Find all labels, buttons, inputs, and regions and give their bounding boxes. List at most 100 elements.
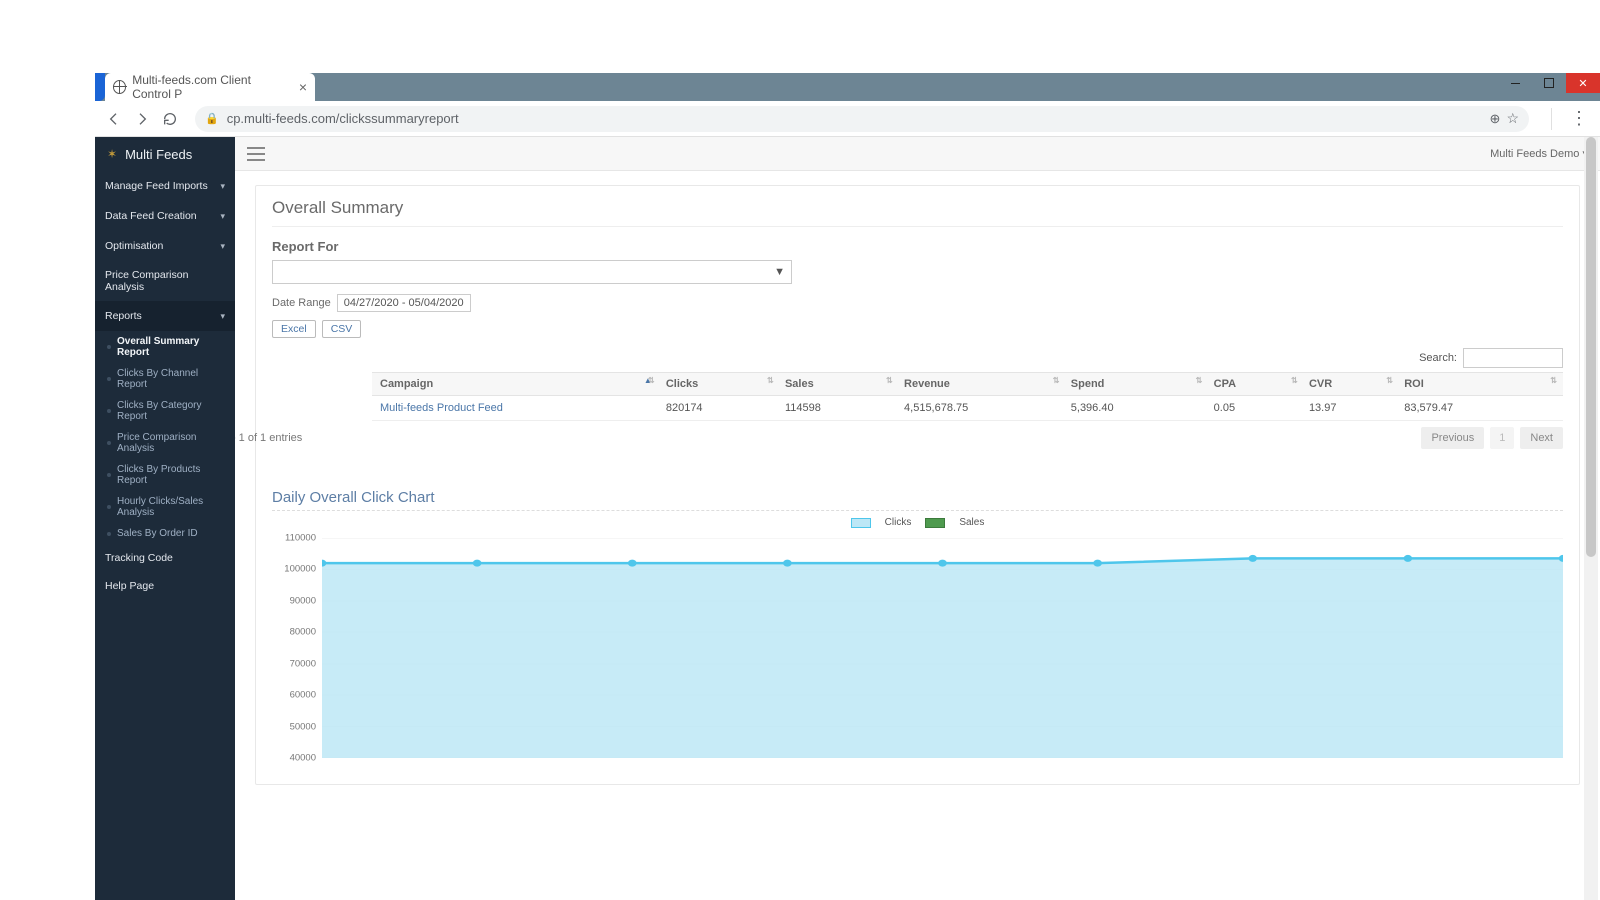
y-tick-label: 70000 bbox=[290, 658, 316, 669]
cell-clicks: 820174 bbox=[658, 396, 777, 421]
sidebar-sub-label: Clicks By Channel Report bbox=[117, 368, 198, 390]
sidebar-sub-label: Clicks By Category Report bbox=[117, 400, 201, 422]
col-label: CVR bbox=[1309, 378, 1332, 390]
bookmark-star-icon[interactable]: ☆ bbox=[1506, 110, 1519, 127]
sidebar-sub-label: Overall Summary Report bbox=[117, 336, 199, 358]
nav-forward-button[interactable] bbox=[131, 108, 153, 130]
pager-page-number[interactable]: 1 bbox=[1490, 427, 1514, 449]
sidebar-toggle-button[interactable] bbox=[247, 147, 265, 161]
col-revenue[interactable]: ⇅Revenue bbox=[896, 373, 1063, 396]
pager-next-button[interactable]: Next bbox=[1520, 427, 1563, 449]
sidebar-sub-price-comparison[interactable]: Price Comparison Analysis bbox=[95, 427, 235, 459]
sidebar-sub-sales-by-order-id[interactable]: Sales By Order ID bbox=[95, 523, 235, 544]
table-search-row: Search: bbox=[272, 348, 1563, 368]
y-tick-label: 50000 bbox=[290, 721, 316, 732]
sidebar-sub-hourly-clicks-sales[interactable]: Hourly Clicks/Sales Analysis bbox=[95, 491, 235, 523]
sidebar-sub-clicks-by-products[interactable]: Clicks By Products Report bbox=[95, 459, 235, 491]
chevron-down-icon: ▾ bbox=[220, 211, 225, 222]
sidebar-group-manage-feed-imports[interactable]: Manage Feed Imports ▾ bbox=[95, 171, 235, 201]
sidebar-group-label: Manage Feed Imports bbox=[105, 180, 208, 192]
cell-cpa: 0.05 bbox=[1206, 396, 1301, 421]
url-field[interactable]: 🔒 cp.multi-feeds.com/clickssummaryreport… bbox=[195, 106, 1529, 132]
report-for-select[interactable]: ▼ bbox=[272, 260, 792, 284]
entries-info: Showing 1 to 1 of 1 entries bbox=[235, 432, 302, 444]
dropdown-caret-icon: ▼ bbox=[774, 266, 785, 278]
tab-accent bbox=[95, 73, 105, 101]
cell-campaign[interactable]: Multi-feeds Product Feed bbox=[372, 396, 658, 421]
user-menu-label: Multi Feeds Demo bbox=[1490, 148, 1579, 160]
col-roi[interactable]: ⇅ROI⇅ bbox=[1396, 373, 1563, 396]
sidebar-sub-label: Sales By Order ID bbox=[117, 528, 198, 539]
window-maximize-button[interactable] bbox=[1532, 73, 1566, 93]
col-sales[interactable]: ⇅Sales bbox=[777, 373, 896, 396]
export-csv-button[interactable]: CSV bbox=[322, 320, 362, 338]
date-range-row: Date Range 04/27/2020 - 05/04/2020 bbox=[272, 294, 1563, 312]
col-label: ROI bbox=[1404, 378, 1424, 390]
sidebar-sub-overall-summary[interactable]: Overall Summary Report bbox=[95, 331, 235, 363]
content: Overall Summary Report For ▼ Date Range … bbox=[235, 171, 1600, 900]
search-label: Search: bbox=[1419, 352, 1457, 364]
table-header-row: Campaign▲ ⇅Clicks ⇅Sales ⇅Revenue ⇅Spend… bbox=[372, 373, 1563, 396]
col-label: Campaign bbox=[380, 378, 433, 390]
export-excel-button[interactable]: Excel bbox=[272, 320, 316, 338]
cell-roi: 83,579.47 bbox=[1396, 396, 1563, 421]
col-clicks[interactable]: ⇅Clicks bbox=[658, 373, 777, 396]
sidebar-sub-label: Clicks By Products Report bbox=[117, 464, 200, 486]
col-spend[interactable]: ⇅Spend bbox=[1063, 373, 1206, 396]
col-label: Spend bbox=[1071, 378, 1105, 390]
main: Multi Feeds Demo ▾ Overall Summary Repor… bbox=[235, 137, 1600, 900]
sidebar-item-tracking-code[interactable]: Tracking Code bbox=[95, 544, 235, 572]
col-campaign[interactable]: Campaign▲ bbox=[372, 373, 658, 396]
window-minimize-button[interactable] bbox=[1498, 73, 1532, 93]
date-range-input[interactable]: 04/27/2020 - 05/04/2020 bbox=[337, 294, 471, 312]
topbar: Multi Feeds Demo ▾ bbox=[235, 137, 1600, 171]
sidebar-group-label: Data Feed Creation bbox=[105, 210, 197, 222]
table-search-input[interactable] bbox=[1463, 348, 1563, 368]
content-scrollbar[interactable] bbox=[1584, 137, 1598, 900]
chart-legend: Clicks Sales bbox=[272, 517, 1563, 528]
legend-label-clicks: Clicks bbox=[885, 517, 912, 528]
chevron-down-icon: ▾ bbox=[220, 241, 225, 252]
col-cpa[interactable]: ⇅CPA bbox=[1206, 373, 1301, 396]
pager-prev-button[interactable]: Previous bbox=[1421, 427, 1484, 449]
sidebar-item-label: Price Comparison Analysis bbox=[105, 269, 188, 293]
brand-star-icon: ✶ bbox=[107, 147, 117, 161]
sidebar-group-optimisation[interactable]: Optimisation ▾ bbox=[95, 231, 235, 261]
nav-back-button[interactable] bbox=[103, 108, 125, 130]
sidebar-group-reports[interactable]: Reports ▾ bbox=[95, 301, 235, 331]
col-label: CPA bbox=[1214, 378, 1236, 390]
browser-addressbar: 🔒 cp.multi-feeds.com/clickssummaryreport… bbox=[95, 101, 1600, 137]
scrollbar-thumb[interactable] bbox=[1586, 137, 1596, 557]
zoom-search-icon[interactable]: ⊕ bbox=[1490, 111, 1501, 127]
date-range-label: Date Range bbox=[272, 297, 331, 309]
chart-plot bbox=[322, 538, 1563, 758]
app-shell: ✶ Multi Feeds Manage Feed Imports ▾ Data… bbox=[95, 137, 1600, 900]
col-cvr[interactable]: ⇅CVR bbox=[1301, 373, 1396, 396]
chart-svg bbox=[322, 538, 1563, 758]
sidebar-item-price-comparison[interactable]: Price Comparison Analysis bbox=[95, 261, 235, 301]
summary-table: Campaign▲ ⇅Clicks ⇅Sales ⇅Revenue ⇅Spend… bbox=[372, 372, 1563, 421]
nav-reload-button[interactable] bbox=[159, 108, 181, 130]
chart-title: Daily Overall Click Chart bbox=[272, 489, 1563, 511]
browser-menu-button[interactable]: ⋮ bbox=[1566, 108, 1592, 129]
sidebar-item-help-page[interactable]: Help Page bbox=[95, 572, 235, 600]
tab-title: Multi-feeds.com Client Control P bbox=[132, 73, 293, 101]
table-row[interactable]: Multi-feeds Product Feed 820174 114598 4… bbox=[372, 396, 1563, 421]
sidebar-sub-clicks-by-channel[interactable]: Clicks By Channel Report bbox=[95, 363, 235, 395]
browser-tab[interactable]: Multi-feeds.com Client Control P × bbox=[105, 73, 315, 101]
brand[interactable]: ✶ Multi Feeds bbox=[95, 137, 235, 171]
y-tick-label: 80000 bbox=[290, 627, 316, 638]
lock-icon: 🔒 bbox=[205, 112, 219, 125]
sidebar-sub-label: Hourly Clicks/Sales Analysis bbox=[117, 496, 203, 518]
legend-swatch-clicks bbox=[851, 518, 871, 528]
cell-cvr: 13.97 bbox=[1301, 396, 1396, 421]
y-tick-label: 60000 bbox=[290, 690, 316, 701]
sidebar-sub-label: Price Comparison Analysis bbox=[117, 432, 196, 454]
user-menu[interactable]: Multi Feeds Demo ▾ bbox=[1490, 147, 1588, 160]
y-tick-label: 40000 bbox=[290, 753, 316, 764]
tab-close-icon[interactable]: × bbox=[299, 79, 307, 95]
sidebar-group-data-feed-creation[interactable]: Data Feed Creation ▾ bbox=[95, 201, 235, 231]
sidebar-sub-clicks-by-category[interactable]: Clicks By Category Report bbox=[95, 395, 235, 427]
sidebar-item-label: Help Page bbox=[105, 580, 154, 592]
window-close-button[interactable] bbox=[1566, 73, 1600, 93]
